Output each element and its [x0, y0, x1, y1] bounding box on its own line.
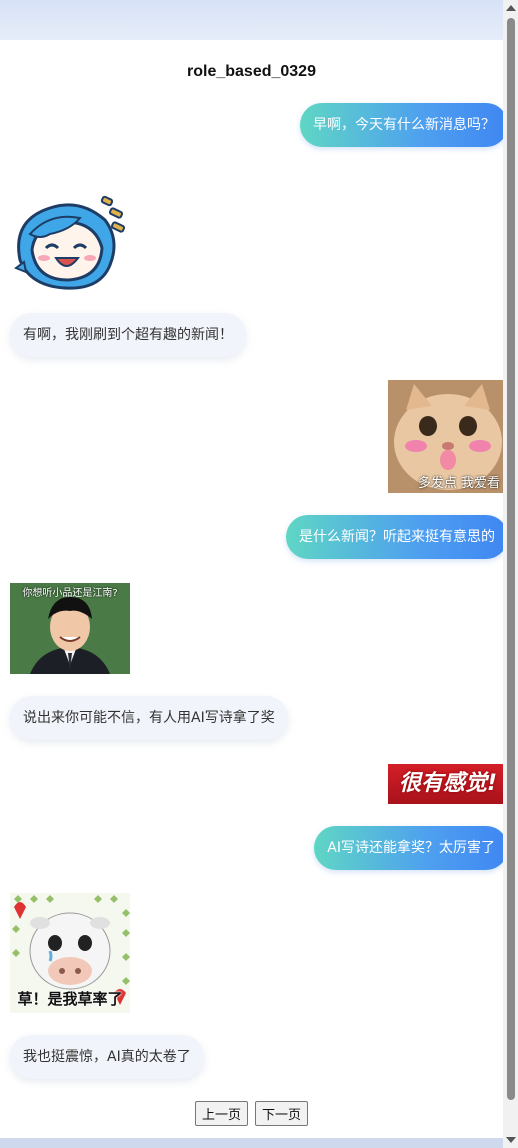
man-suit-sticker: 你想听小品还是江南? [10, 583, 130, 674]
prev-page-button[interactable]: 上一页 [194, 1101, 248, 1126]
cat-sticker-caption: 多发点 我爱看 [417, 476, 500, 491]
bot-message-bubble: 有啊，我刚刷到个超有趣的新闻！ [10, 313, 246, 357]
chat-title: role_based_0329 [187, 63, 316, 80]
user-message-bubble: AI写诗还能拿奖？太厉害了 [314, 826, 508, 870]
pagination: 上一页 下一页 [0, 1101, 503, 1126]
bottom-bar [0, 1138, 503, 1148]
man-sticker-caption: 你想听小品还是江南? [22, 588, 118, 599]
scroll-thumb[interactable] [507, 18, 515, 1100]
banner-sticker: 很有感觉! [388, 764, 508, 804]
banner-sticker-caption: 很有感觉! [398, 771, 498, 796]
next-page-button[interactable]: 下一页 [255, 1101, 309, 1126]
anime-girl-laughing-sticker [10, 190, 130, 294]
top-bar [0, 0, 503, 41]
bot-message-bubble: 我也挺震惊，AI真的太卷了 [10, 1035, 204, 1079]
scrollbar[interactable] [503, 0, 518, 1148]
user-message-bubble: 是什么新闻？听起来挺有意思的 [286, 515, 508, 559]
bot-message-bubble: 说出来你可能不信，有人用AI写诗拿了奖 [10, 696, 288, 740]
cow-sticker-caption: 草！是我草率了 [17, 990, 123, 1008]
cat-sticker: 多发点 我爱看 [388, 380, 508, 493]
scroll-up-arrow-icon[interactable] [506, 5, 516, 11]
user-message-bubble: 早啊，今天有什么新消息吗？ [300, 103, 508, 147]
scroll-down-arrow-icon[interactable] [506, 1137, 516, 1143]
cow-sticker: 草！是我草率了 [10, 893, 130, 1013]
